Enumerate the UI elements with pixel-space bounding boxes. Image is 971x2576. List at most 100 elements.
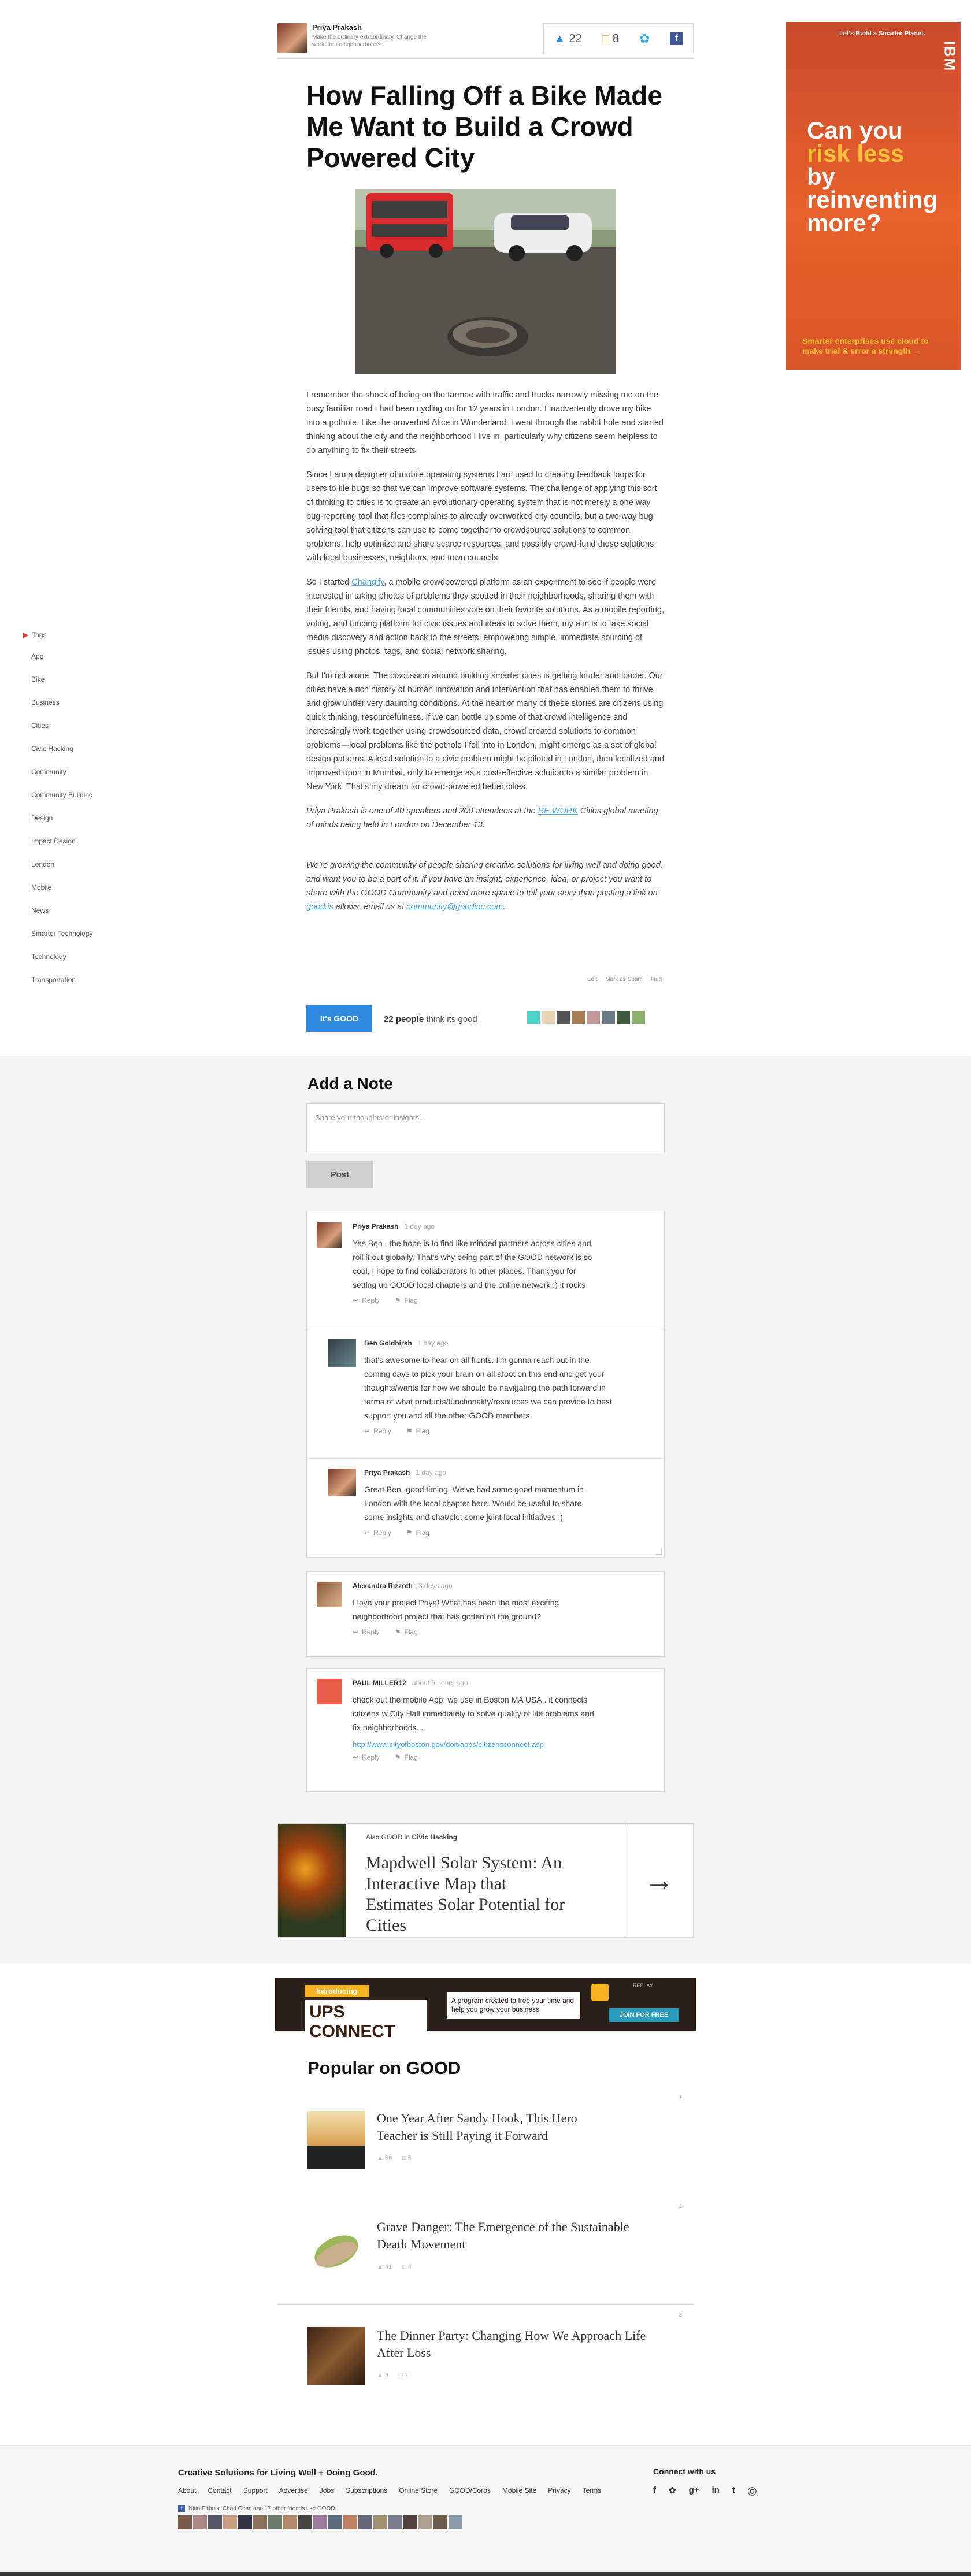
reply-button[interactable]: ↩ Reply <box>353 1296 380 1304</box>
its-good-button[interactable]: It's GOOD <box>306 1005 372 1032</box>
footer-link[interactable]: Privacy <box>548 2486 570 2495</box>
avatar[interactable] <box>313 2515 327 2529</box>
avatar[interactable] <box>418 2515 432 2529</box>
comments-count[interactable]: □ 8 <box>602 32 619 46</box>
avatar[interactable] <box>557 1011 570 1024</box>
footer-link[interactable]: Advertise <box>279 2486 308 2495</box>
footer-link[interactable]: Mobile Site <box>502 2486 536 2495</box>
avatar[interactable] <box>223 2515 237 2529</box>
avatar[interactable] <box>433 2515 447 2529</box>
avatar[interactable] <box>602 1011 615 1024</box>
flag-button[interactable]: ⚑ Flag <box>395 1753 418 1761</box>
reply-button[interactable]: ↩ Reply <box>353 1628 380 1636</box>
avatar[interactable] <box>178 2515 192 2529</box>
tag-item[interactable]: Business <box>23 691 116 714</box>
avatar[interactable] <box>238 2515 252 2529</box>
avatar[interactable] <box>328 1469 356 1496</box>
popular-title-text[interactable]: Grave Danger: The Emergence of the Susta… <box>377 2218 631 2253</box>
twitter-icon[interactable]: ✿ <box>639 31 650 46</box>
avatar[interactable] <box>587 1011 600 1024</box>
twitter-icon[interactable]: ✿ <box>669 2485 676 2497</box>
flag-link[interactable]: Flag <box>651 976 662 983</box>
tag-item[interactable]: News <box>23 899 116 922</box>
google-plus-icon[interactable]: g+ <box>689 2485 699 2497</box>
tag-item[interactable]: Cities <box>23 714 116 737</box>
avatar[interactable] <box>572 1011 585 1024</box>
popular-title-text[interactable]: The Dinner Party: Changing How We Approa… <box>377 2327 648 2362</box>
tag-item[interactable]: Civic Hacking <box>23 737 116 760</box>
comment-link[interactable]: http://www.cityofboston.gov/doit/apps/ci… <box>353 1740 652 1749</box>
tag-item[interactable]: Design <box>23 806 116 830</box>
reply-button[interactable]: ↩ Reply <box>364 1529 391 1537</box>
popular-item[interactable]: 2 Grave Danger: The Emergence of the Sus… <box>277 2196 694 2305</box>
edit-link[interactable]: Edit <box>587 976 597 983</box>
avatar[interactable] <box>328 2515 342 2529</box>
popular-item[interactable]: 3 The Dinner Party: Changing How We Appr… <box>277 2305 694 2414</box>
avatar[interactable] <box>253 2515 267 2529</box>
rework-link[interactable]: RE:WORK <box>538 806 578 816</box>
reply-button[interactable]: ↩ Reply <box>353 1753 380 1761</box>
author-avatar[interactable] <box>277 23 307 53</box>
commenter-name[interactable]: Priya Prakash <box>353 1222 398 1231</box>
changify-link[interactable]: Changify <box>351 578 384 587</box>
also-good-title[interactable]: Mapdwell Solar System: An Interactive Ma… <box>366 1853 574 1936</box>
avatar[interactable] <box>403 2515 417 2529</box>
avatar[interactable] <box>358 2515 372 2529</box>
avatar[interactable] <box>317 1222 342 1248</box>
footer-link[interactable]: Subscriptions <box>346 2486 387 2495</box>
avatar[interactable] <box>283 2515 297 2529</box>
email-link[interactable]: community@goodinc.com <box>406 902 503 912</box>
commenter-name[interactable]: Ben Goldhirsh <box>364 1339 412 1347</box>
post-button[interactable]: Post <box>306 1161 373 1188</box>
avatar[interactable] <box>373 2515 387 2529</box>
pinterest-icon[interactable]: Ⓒ <box>748 2485 757 2497</box>
avatar[interactable] <box>193 2515 207 2529</box>
replay-button[interactable]: REPLAY <box>633 1983 653 1988</box>
footer-link[interactable]: Online Store <box>399 2486 438 2495</box>
also-good-card[interactable]: Also GOOD in Civic Hacking Mapdwell Sola… <box>277 1823 694 1938</box>
avatar[interactable] <box>527 1011 540 1024</box>
tag-item[interactable]: Smarter Technology <box>23 922 116 945</box>
avatar[interactable] <box>343 2515 357 2529</box>
tag-item[interactable]: Impact Design <box>23 830 116 853</box>
spam-link[interactable]: Mark as Spam <box>605 976 642 983</box>
avatar[interactable] <box>317 1582 342 1607</box>
good-is-link[interactable]: good.is <box>306 902 333 912</box>
tumblr-icon[interactable]: t <box>732 2485 735 2497</box>
footer-link[interactable]: GOOD/Corps <box>449 2486 491 2495</box>
commenter-name[interactable]: Priya Prakash <box>364 1469 410 1477</box>
avatar[interactable] <box>208 2515 222 2529</box>
commenter-name[interactable]: PAUL MILLER12 <box>353 1679 406 1687</box>
avatar[interactable] <box>542 1011 555 1024</box>
avatar[interactable] <box>268 2515 282 2529</box>
tag-item[interactable]: Community <box>23 760 116 783</box>
avatar[interactable] <box>449 2515 462 2529</box>
flag-button[interactable]: ⚑ Flag <box>406 1529 429 1537</box>
tag-item[interactable]: Bike <box>23 668 116 691</box>
facebook-icon[interactable]: f <box>653 2485 656 2497</box>
ibm-ad[interactable]: Let's Build a Smarter Planet. IBM Can yo… <box>786 22 961 370</box>
avatar[interactable] <box>632 1011 645 1024</box>
commenter-name[interactable]: Alexandra Rizzotti <box>353 1582 413 1590</box>
tag-item[interactable]: London <box>23 853 116 876</box>
avatar[interactable] <box>298 2515 312 2529</box>
tag-item[interactable]: Technology <box>23 945 116 968</box>
facebook-icon[interactable]: f <box>670 32 683 45</box>
join-button[interactable]: JOIN FOR FREE <box>609 2008 679 2022</box>
reply-button[interactable]: ↩ Reply <box>364 1427 391 1435</box>
ibm-bottom-line[interactable]: Smarter enterprises use cloud to make tr… <box>802 336 949 356</box>
avatar[interactable] <box>617 1011 630 1024</box>
ups-ad[interactable]: Introducing UPS CONNECT A program create… <box>275 1978 696 2044</box>
flag-button[interactable]: ⚑ Flag <box>395 1296 418 1304</box>
footer-link[interactable]: Contact <box>207 2486 231 2495</box>
footer-link[interactable]: Support <box>243 2486 268 2495</box>
tag-item[interactable]: Transportation <box>23 968 116 991</box>
footer-link[interactable]: Jobs <box>320 2486 334 2495</box>
tag-item[interactable]: Community Building <box>23 783 116 806</box>
author-name[interactable]: Priya Prakash <box>312 23 362 32</box>
tag-item[interactable]: Mobile <box>23 876 116 899</box>
popular-title-text[interactable]: One Year After Sandy Hook, This Hero Tea… <box>377 2110 608 2144</box>
popular-item[interactable]: 1 One Year After Sandy Hook, This Hero T… <box>277 2088 694 2196</box>
avatar[interactable] <box>317 1679 342 1704</box>
linkedin-icon[interactable]: in <box>712 2485 720 2497</box>
